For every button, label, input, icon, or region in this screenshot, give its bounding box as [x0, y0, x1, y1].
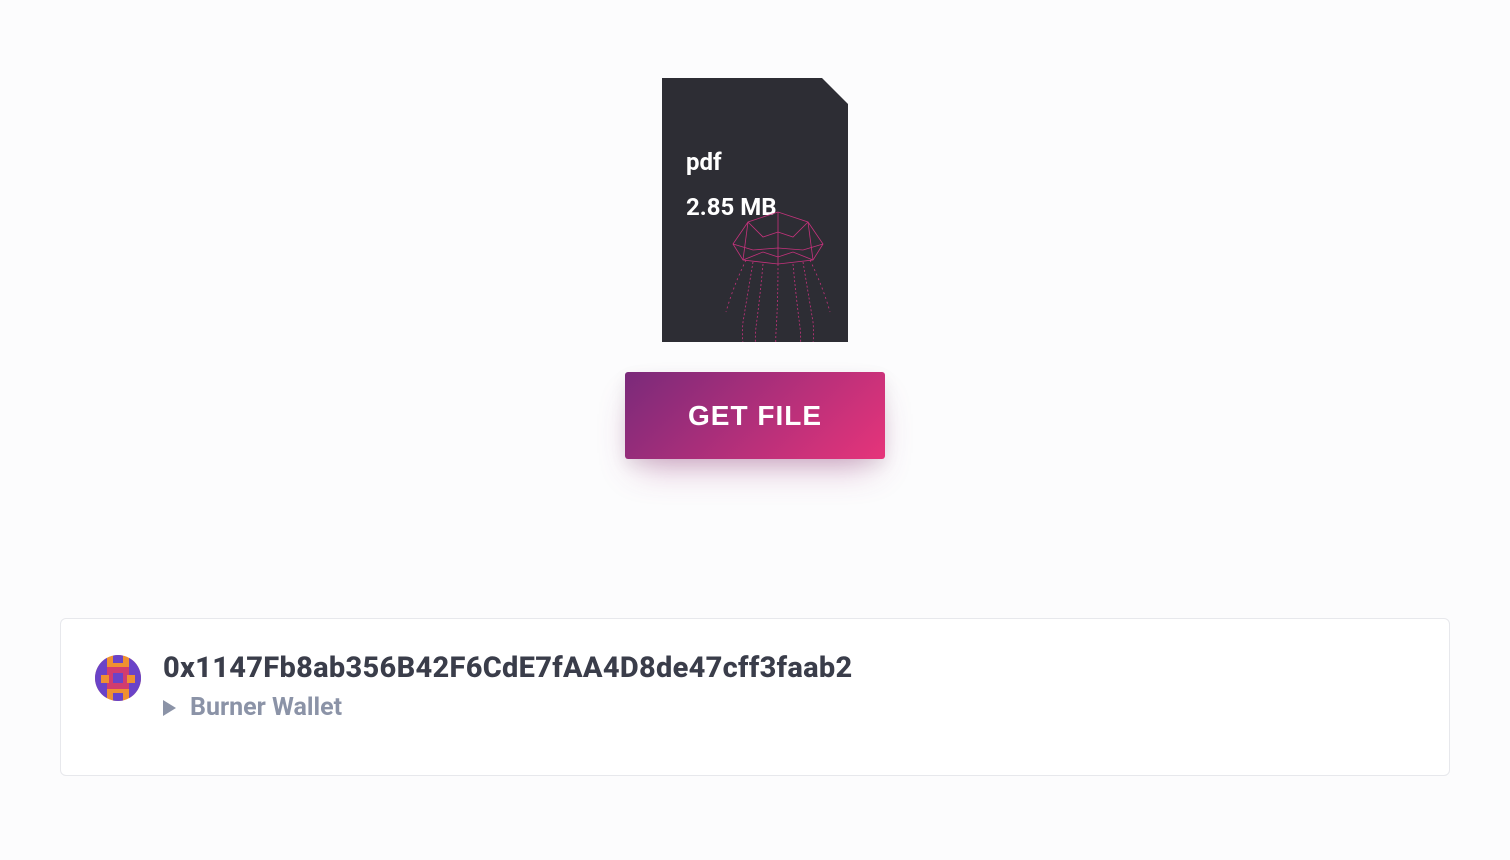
get-file-button[interactable]: GET FILE — [625, 372, 885, 459]
file-preview-card: pdf 2.85 MB — [662, 78, 848, 342]
wallet-info: 0x1147Fb8ab356B42F6CdE7fAA4D8de47cff3faa… — [163, 651, 853, 722]
wallet-identicon — [95, 655, 141, 701]
jellyfish-icon — [698, 202, 848, 342]
wallet-card: 0x1147Fb8ab356B42F6CdE7fAA4D8de47cff3faa… — [60, 618, 1450, 776]
wallet-type-toggle[interactable]: Burner Wallet — [163, 693, 853, 722]
wallet-type-label: Burner Wallet — [190, 693, 342, 722]
wallet-address: 0x1147Fb8ab356B42F6CdE7fAA4D8de47cff3faa… — [163, 651, 853, 685]
file-type-label: pdf — [686, 148, 722, 176]
expand-triangle-icon — [163, 700, 176, 716]
